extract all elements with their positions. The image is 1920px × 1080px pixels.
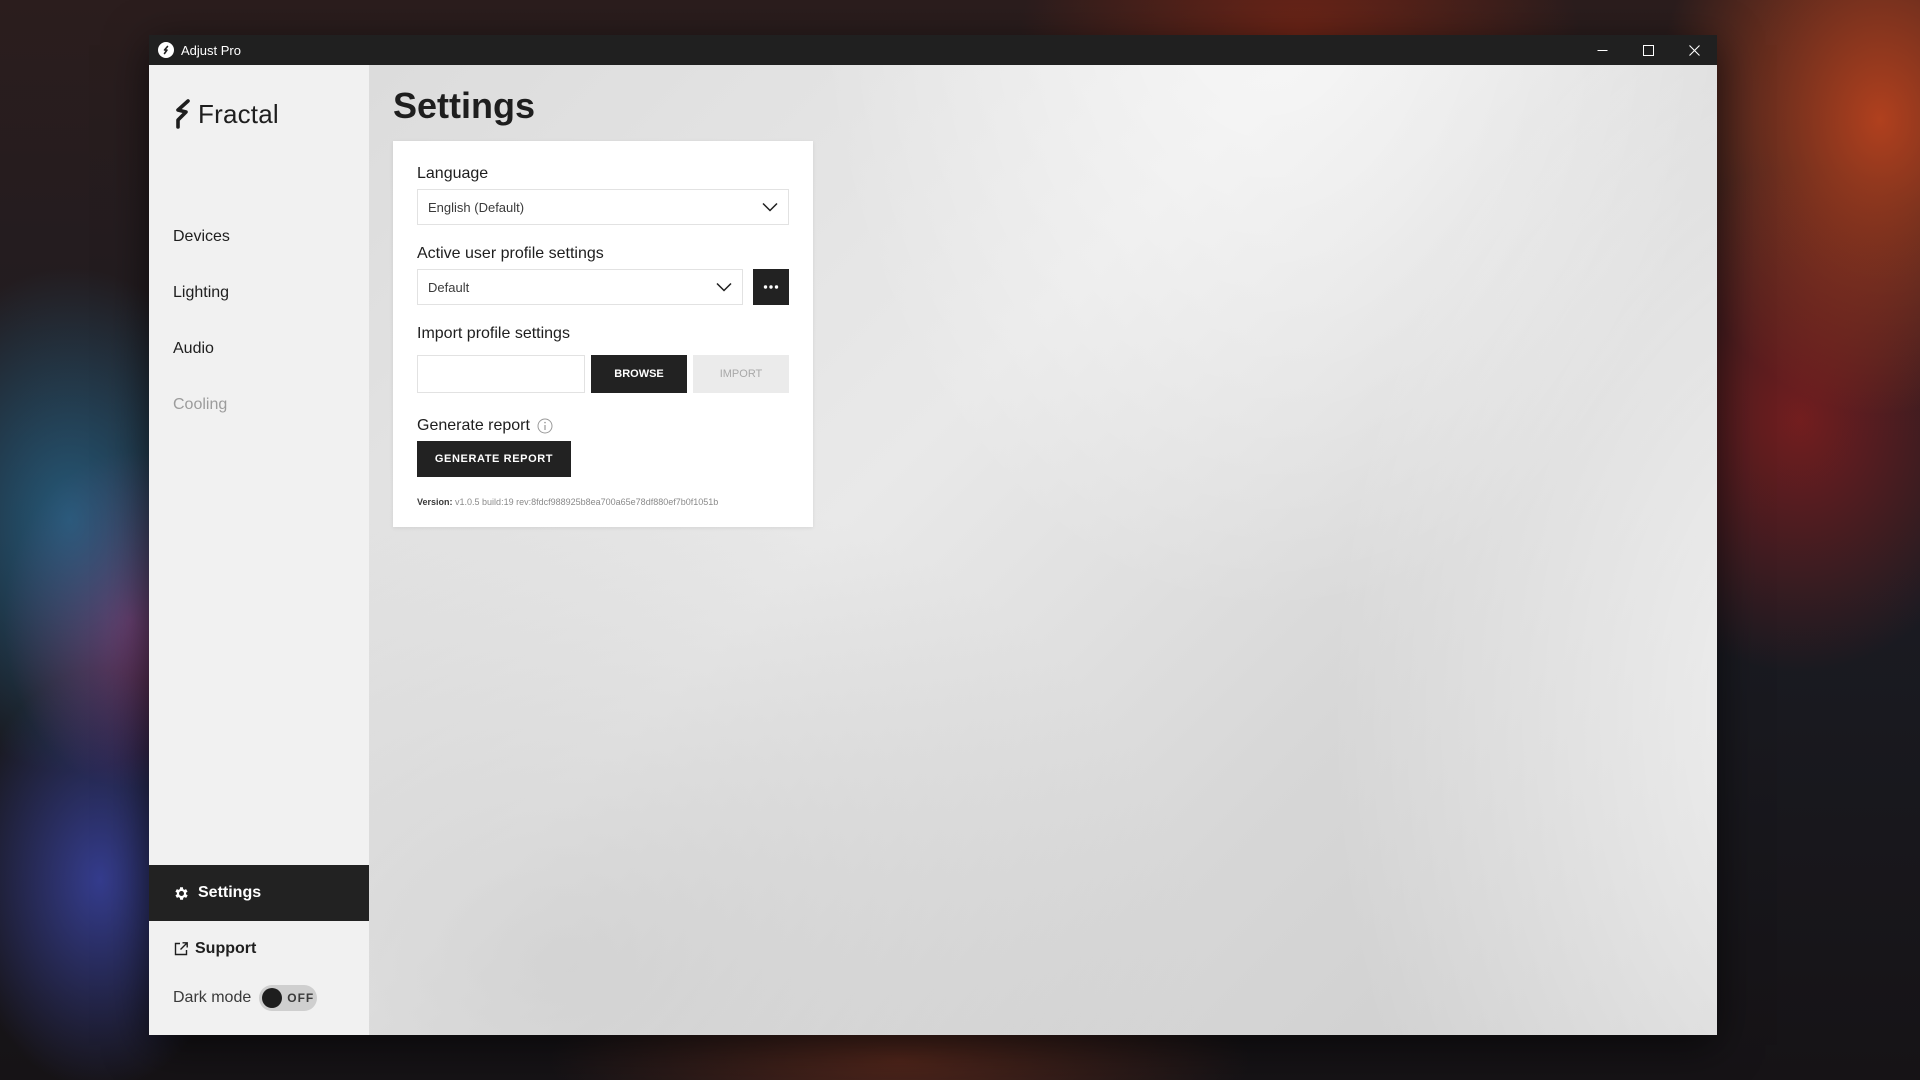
support-label: Support: [195, 940, 257, 957]
report-label: Generate report: [417, 417, 530, 434]
window-title: Adjust Pro: [181, 42, 241, 58]
external-link-icon: [174, 942, 188, 956]
sidebar: Fractal Devices Lighting Audio Cooling S…: [149, 65, 369, 1035]
sidebar-item-cooling: Cooling: [173, 396, 228, 413]
sidebar-nav: Devices Lighting Audio Cooling: [149, 209, 369, 433]
profile-select[interactable]: Default: [417, 269, 743, 305]
version-info: Version: v1.0.5 build:19 rev:8fdcf988925…: [417, 497, 789, 507]
page-title: Settings: [393, 85, 536, 126]
language-value: English (Default): [428, 199, 525, 215]
dark-mode-row: Dark mode OFF: [149, 977, 369, 1019]
sidebar-item-audio[interactable]: Audio: [149, 321, 369, 377]
chevron-down-icon: [716, 282, 732, 292]
app-icon: [158, 42, 174, 58]
title-bar: Adjust Pro: [149, 35, 1717, 65]
version-value: v1.0.5 build:19 rev:8fdcf988925b8ea700a6…: [455, 497, 719, 507]
profile-label: Active user profile settings: [417, 245, 604, 262]
import-label: Import profile settings: [417, 325, 570, 342]
more-icon: [763, 285, 779, 289]
toggle-knob: [262, 988, 283, 1008]
import-button: IMPORT: [693, 355, 789, 393]
version-label: Version:: [417, 497, 453, 507]
main-content: Settings Language English (Default) Acti…: [369, 65, 1717, 1035]
close-button[interactable]: [1671, 35, 1717, 65]
sidebar-item-settings[interactable]: Settings: [149, 865, 369, 921]
minimize-icon: [1597, 49, 1607, 51]
minimize-button[interactable]: [1579, 35, 1625, 65]
browse-button[interactable]: BROWSE: [591, 355, 687, 393]
gear-icon: [175, 886, 188, 900]
brand-name: Fractal: [198, 98, 279, 129]
maximize-button[interactable]: [1625, 35, 1671, 65]
settings-card: Language English (Default) Active user p…: [393, 141, 813, 527]
generate-report-button[interactable]: GENERATE REPORT: [417, 441, 571, 477]
language-select[interactable]: English (Default): [417, 189, 789, 225]
sidebar-item-devices[interactable]: Devices: [149, 209, 369, 265]
toggle-state: OFF: [287, 991, 315, 1005]
fractal-logo-icon: [176, 99, 190, 129]
report-label-row: Generate report: [417, 417, 789, 435]
import-file-field[interactable]: [417, 355, 585, 393]
profile-more-button[interactable]: [753, 269, 789, 305]
window-controls: [1579, 35, 1717, 65]
maximize-icon: [1642, 44, 1654, 56]
close-icon: [1688, 44, 1700, 56]
dark-mode-label: Dark mode: [173, 989, 252, 1006]
sidebar-item-lighting[interactable]: Lighting: [149, 265, 369, 321]
profile-value: Default: [428, 279, 470, 295]
brand-logo: Fractal: [173, 98, 279, 130]
app-window: Adjust Pro Fractal Devices Lighting Audi…: [149, 35, 1717, 1035]
chevron-down-icon: [762, 202, 778, 212]
info-icon[interactable]: [537, 418, 553, 434]
dark-mode-toggle[interactable]: OFF: [259, 985, 318, 1011]
sidebar-item-support[interactable]: Support: [149, 921, 369, 977]
sidebar-bottom: Settings Support Dark mode OFF: [149, 865, 369, 1035]
settings-label: Settings: [198, 884, 262, 901]
language-label: Language: [417, 165, 489, 182]
